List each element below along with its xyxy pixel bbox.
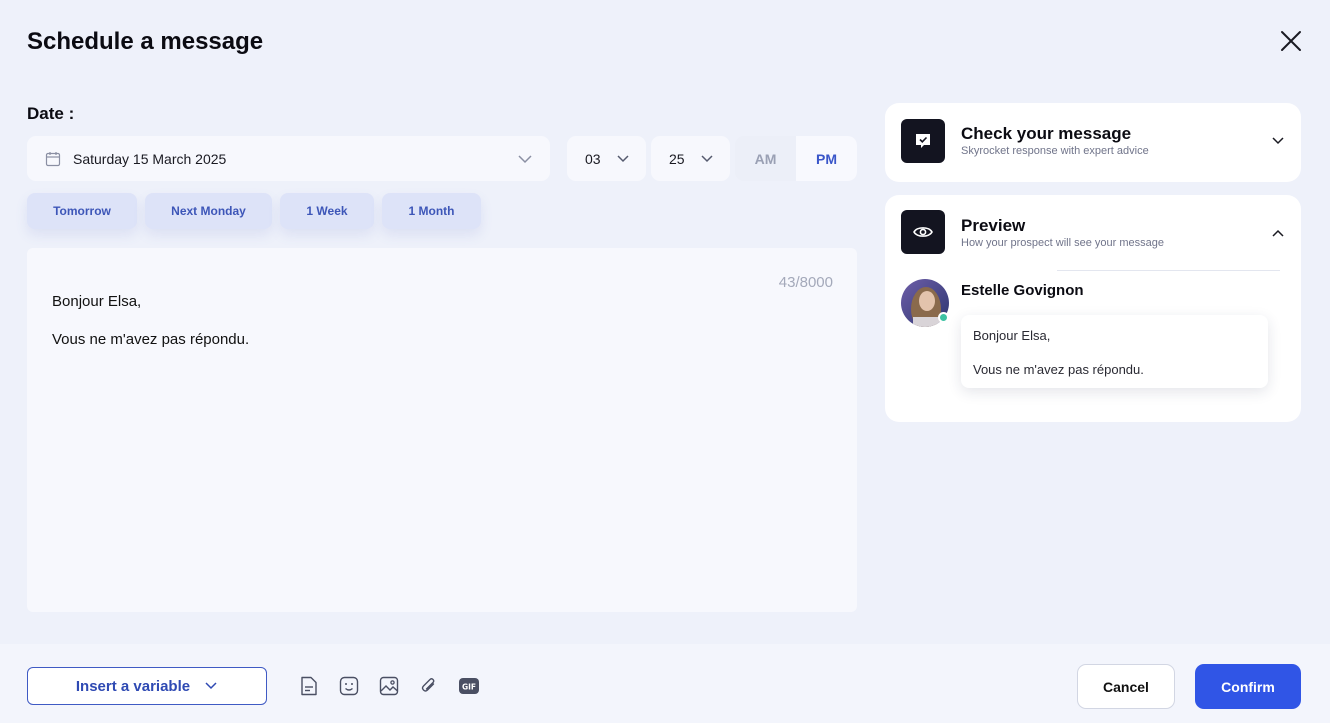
chevron-down-icon <box>701 155 713 163</box>
minute-value: 25 <box>669 150 685 167</box>
am-pm-toggle[interactable]: AM PM <box>735 136 857 181</box>
preview-title: Preview <box>961 216 1026 235</box>
insert-variable-label: Insert a variable <box>75 677 191 695</box>
am-option[interactable]: AM <box>735 136 796 181</box>
check-message-subtitle: Skyrocket response with expert advice <box>961 145 1149 157</box>
chevron-up-icon[interactable] <box>1271 226 1285 240</box>
emoji-icon[interactable] <box>338 675 360 697</box>
divider <box>1057 270 1280 271</box>
preview-card: Preview How your prospect will see your … <box>885 195 1301 422</box>
check-message-card[interactable]: Check your message Skyrocket response wi… <box>885 103 1301 182</box>
preview-subtitle: How your prospect will see your message <box>961 237 1164 249</box>
chevron-down-icon <box>205 682 217 690</box>
message-check-icon <box>901 119 945 163</box>
message-line: Vous ne m'avez pas répondu. <box>52 331 250 348</box>
online-indicator <box>938 312 949 323</box>
avatar <box>901 279 949 327</box>
check-message-title: Check your message <box>961 124 1132 143</box>
insert-variable-button[interactable]: Insert a variable <box>27 667 267 705</box>
confirm-button[interactable]: Confirm <box>1195 664 1301 709</box>
message-line: Bonjour Elsa, <box>52 293 142 310</box>
modal-title: Schedule a message <box>27 28 264 55</box>
quick-date-1-month[interactable]: 1 Month <box>382 193 481 229</box>
sender-name: Estelle Govignon <box>961 282 1084 299</box>
date-picker[interactable]: Saturday 15 March 2025 <box>27 136 550 181</box>
svg-text:GIF: GIF <box>462 683 476 692</box>
image-icon[interactable] <box>378 675 400 697</box>
date-label: Date : <box>27 104 75 123</box>
chevron-down-icon <box>518 155 532 164</box>
chevron-down-icon <box>617 155 629 163</box>
pm-option[interactable]: PM <box>796 136 857 181</box>
bubble-line: Vous ne m'avez pas répondu. <box>973 362 1144 377</box>
close-icon[interactable] <box>1278 28 1304 54</box>
date-value: Saturday 15 March 2025 <box>73 150 227 167</box>
character-counter: 43/8000 <box>778 274 833 291</box>
cancel-button[interactable]: Cancel <box>1077 664 1175 709</box>
message-bubble: Bonjour Elsa, Vous ne m'avez pas répondu… <box>961 315 1268 388</box>
minute-select[interactable]: 25 <box>651 136 730 181</box>
message-editor[interactable]: 43/8000 Bonjour Elsa, Vous ne m'avez pas… <box>27 248 857 612</box>
template-icon[interactable] <box>298 675 320 697</box>
hour-value: 03 <box>585 150 601 167</box>
bubble-line: Bonjour Elsa, <box>973 328 1051 343</box>
chevron-down-icon[interactable] <box>1271 134 1285 148</box>
footer: Insert a variable GIF Cancel Confirm <box>0 644 1330 723</box>
calendar-icon <box>45 151 61 166</box>
eye-icon <box>901 210 945 254</box>
hour-select[interactable]: 03 <box>567 136 646 181</box>
quick-date-tomorrow[interactable]: Tomorrow <box>27 193 137 229</box>
quick-date-1-week[interactable]: 1 Week <box>280 193 374 229</box>
gif-icon[interactable]: GIF <box>458 675 480 697</box>
attachment-icon[interactable] <box>418 675 440 697</box>
quick-date-next-monday[interactable]: Next Monday <box>145 193 272 229</box>
